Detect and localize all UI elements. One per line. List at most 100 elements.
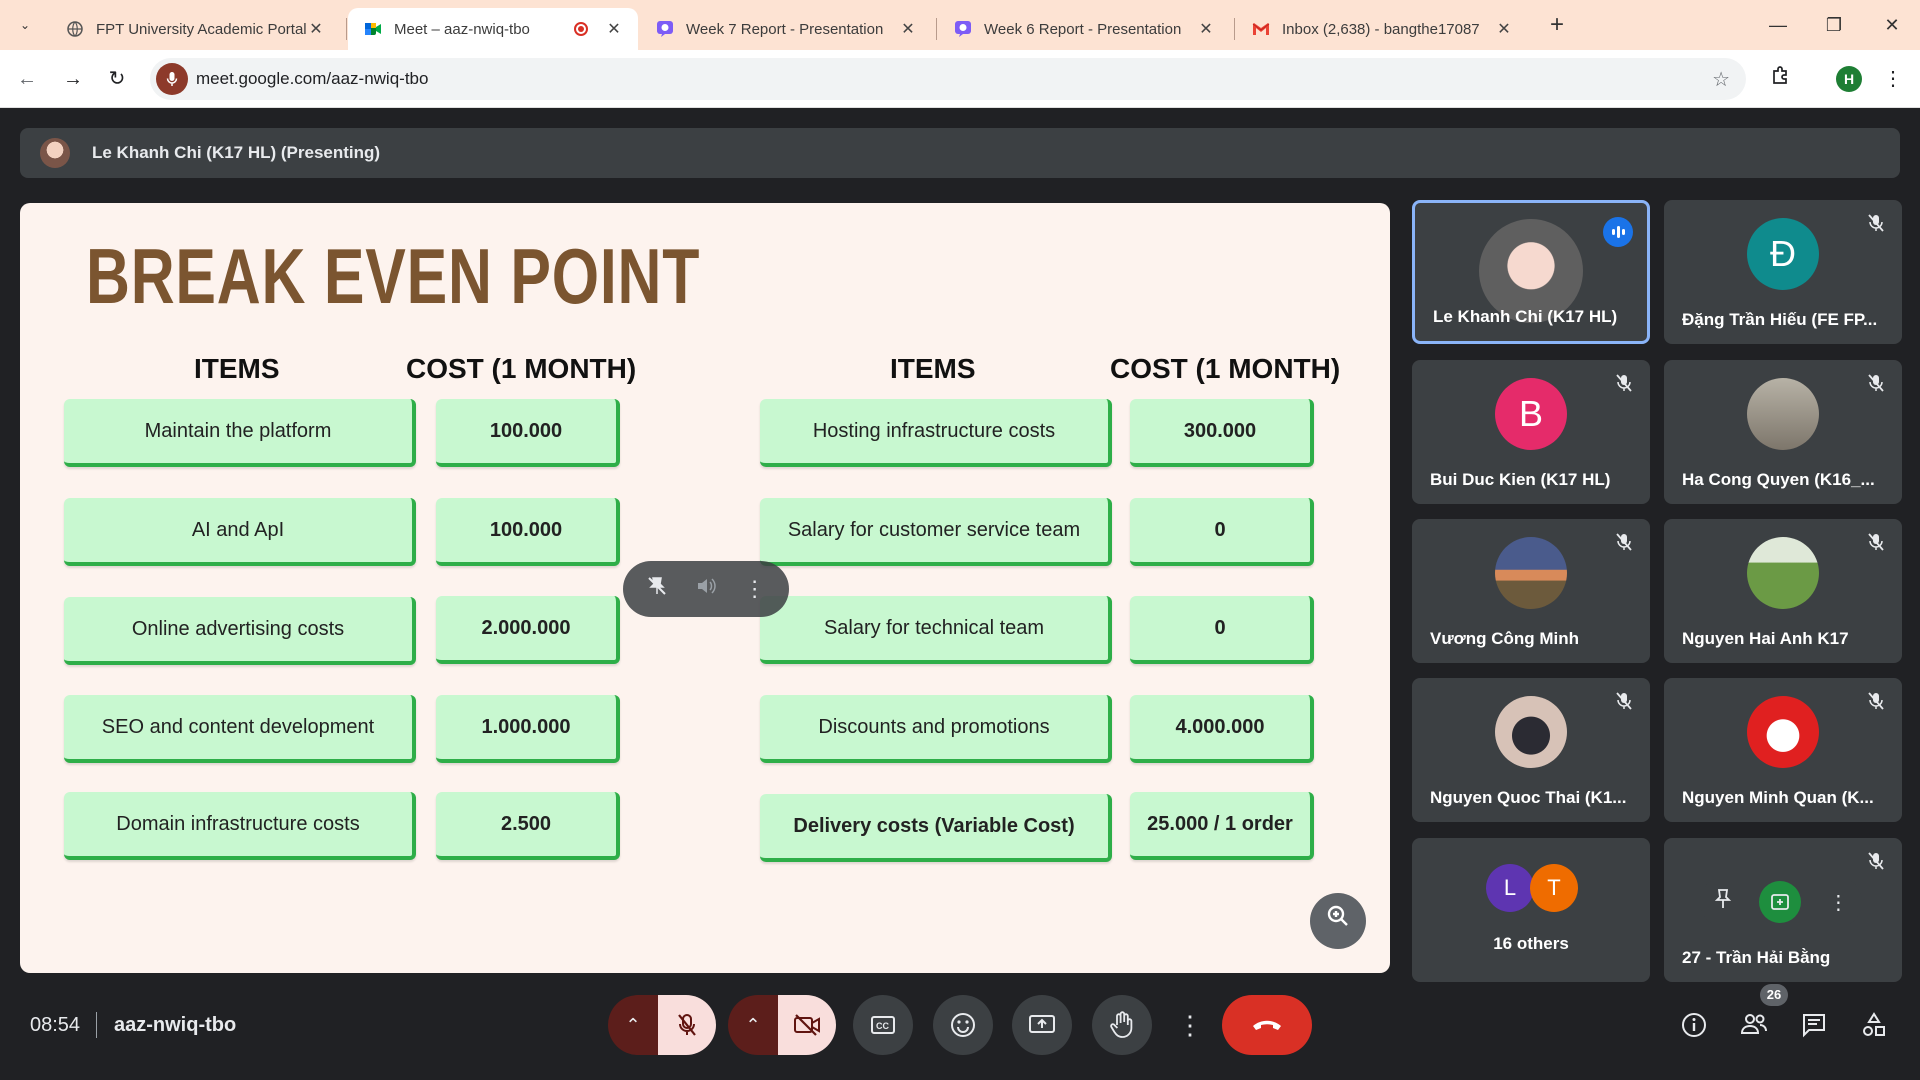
slide-title: BREAK EVEN POINT bbox=[86, 232, 701, 320]
participant-tile[interactable]: Nguyen Quoc Thai (K1... bbox=[1412, 678, 1650, 822]
close-icon[interactable]: ✕ bbox=[1196, 19, 1216, 39]
camera-toggle-button[interactable] bbox=[778, 995, 836, 1055]
people-button[interactable] bbox=[1738, 1012, 1770, 1044]
info-icon bbox=[1682, 1013, 1706, 1037]
left-item-cell: Domain infrastructure costs bbox=[64, 792, 416, 860]
camera-off-icon bbox=[794, 1014, 820, 1036]
more-options-icon[interactable]: ⋮ bbox=[1828, 890, 1848, 915]
right-cost-cell: 0 bbox=[1130, 596, 1314, 664]
participant-tile[interactable]: Le Khanh Chi (K17 HL) bbox=[1412, 200, 1650, 344]
chevron-up-icon: ⌃ bbox=[625, 1014, 641, 1035]
left-item-cell: Maintain the platform bbox=[64, 399, 416, 467]
video-settings-button[interactable]: ⌃ bbox=[728, 995, 778, 1055]
participant-name: Ha Cong Quyen (K16_... bbox=[1682, 470, 1875, 489]
svg-text:CC: CC bbox=[876, 1021, 889, 1031]
captions-icon: CC bbox=[871, 1016, 895, 1034]
profile-avatar[interactable]: H bbox=[1836, 66, 1862, 92]
participant-tile[interactable]: B Bui Duc Kien (K17 HL) bbox=[1412, 360, 1650, 504]
canva-icon bbox=[954, 20, 972, 38]
participant-tile[interactable]: Nguyen Minh Quan (K... bbox=[1664, 678, 1902, 822]
volume-icon[interactable] bbox=[695, 575, 717, 603]
tab-gmail-inbox[interactable]: Inbox (2,638) - bangthe17087 ✕ bbox=[1236, 8, 1528, 50]
right-item-cell: Delivery costs (Variable Cost) bbox=[760, 794, 1112, 862]
pin-icon[interactable] bbox=[1714, 888, 1732, 916]
left-item-cell: AI and ApI bbox=[64, 498, 416, 566]
meeting-clock: 08:54 bbox=[30, 1014, 81, 1036]
zoom-in-button[interactable] bbox=[1310, 893, 1366, 949]
right-cost-cell: 25.000 / 1 order bbox=[1130, 792, 1314, 860]
presenter-name: Le Khanh Chi (K17 HL) (Presenting) bbox=[92, 143, 381, 162]
canva-icon bbox=[656, 20, 674, 38]
restore-button[interactable]: ❐ bbox=[1814, 10, 1854, 40]
reactions-button[interactable] bbox=[933, 995, 993, 1055]
left-item-cell: SEO and content development bbox=[64, 695, 416, 763]
participant-name: Nguyen Minh Quan (K... bbox=[1682, 788, 1874, 807]
presentation-hover-controls: ⋮ bbox=[623, 561, 789, 617]
right-cost-cell: 300.000 bbox=[1130, 399, 1314, 467]
tab-label: Inbox (2,638) - bangthe17087 bbox=[1282, 20, 1480, 38]
add-to-screen-icon[interactable] bbox=[1758, 881, 1801, 923]
meeting-details-button[interactable] bbox=[1678, 1012, 1710, 1044]
close-icon[interactable]: ✕ bbox=[604, 19, 624, 39]
chat-button[interactable] bbox=[1798, 1012, 1830, 1044]
participant-avatar bbox=[1495, 696, 1567, 768]
tab-label: FPT University Academic Portal bbox=[96, 20, 306, 38]
more-options-button[interactable]: ⋮ bbox=[1170, 995, 1210, 1055]
window-close-button[interactable]: ✕ bbox=[1872, 10, 1912, 40]
close-icon[interactable]: ✕ bbox=[898, 19, 918, 39]
participant-avatar: T bbox=[1530, 864, 1578, 912]
microphone-toggle-button[interactable] bbox=[658, 995, 716, 1055]
audio-settings-button[interactable]: ⌃ bbox=[608, 995, 658, 1055]
tab-label: Meet – aaz-nwiq-tbo bbox=[394, 20, 530, 38]
participant-tile[interactable]: Vương Công Minh bbox=[1412, 519, 1650, 663]
captions-button[interactable]: CC bbox=[853, 995, 913, 1055]
tab-week6-report[interactable]: Week 6 Report - Presentation ✕ bbox=[938, 8, 1230, 50]
tab-academic-portal[interactable]: FPT University Academic Portal ✕ bbox=[50, 8, 340, 50]
browser-menu-icon[interactable]: ⋮ bbox=[1878, 64, 1908, 94]
tab-week7-report[interactable]: Week 7 Report - Presentation ✕ bbox=[640, 8, 932, 50]
present-screen-button[interactable] bbox=[1012, 995, 1072, 1055]
others-count-label: 16 others bbox=[1493, 934, 1569, 953]
bookmark-star-icon[interactable]: ☆ bbox=[1712, 67, 1730, 92]
participant-name: Đặng Trần Hiếu (FE FP... bbox=[1682, 310, 1878, 329]
others-tile[interactable]: L T 16 others bbox=[1412, 838, 1650, 982]
right-item-cell: Discounts and promotions bbox=[760, 695, 1112, 763]
close-icon[interactable]: ✕ bbox=[306, 19, 326, 39]
unpin-icon[interactable] bbox=[646, 575, 668, 603]
participant-avatar bbox=[1747, 378, 1819, 450]
microphone-in-use-icon[interactable] bbox=[156, 63, 188, 95]
close-icon[interactable]: ✕ bbox=[1494, 19, 1514, 39]
address-bar[interactable]: meet.google.com/aaz-nwiq-tbo ☆ bbox=[150, 58, 1746, 100]
back-button[interactable]: ← bbox=[12, 64, 42, 94]
leave-call-button[interactable] bbox=[1222, 995, 1312, 1055]
minimize-button[interactable]: — bbox=[1758, 10, 1798, 40]
reload-button[interactable]: ↻ bbox=[102, 64, 132, 94]
presenter-avatar bbox=[40, 138, 70, 168]
raise-hand-button[interactable] bbox=[1092, 995, 1152, 1055]
forward-button[interactable]: → bbox=[58, 64, 88, 94]
extensions-icon[interactable] bbox=[1766, 64, 1796, 94]
participant-name: 27 - Trần Hải Bằng bbox=[1682, 948, 1831, 967]
tab-meet[interactable]: Meet – aaz-nwiq-tbo ✕ bbox=[348, 8, 638, 50]
tab-search-button[interactable]: ⌄ bbox=[12, 12, 38, 38]
emoji-icon bbox=[951, 1013, 975, 1037]
mic-off-icon bbox=[1612, 533, 1636, 557]
more-vert-icon: ⋮ bbox=[1177, 1009, 1203, 1040]
mic-off-icon bbox=[1864, 533, 1888, 557]
mic-off-icon bbox=[1612, 374, 1636, 398]
tile-hover-menu: ⋮ bbox=[1700, 876, 1862, 928]
google-meet-icon bbox=[364, 20, 382, 38]
activities-button[interactable] bbox=[1858, 1012, 1890, 1044]
participant-tile[interactable]: ⋮ 27 - Trần Hải Bằng bbox=[1664, 838, 1902, 982]
new-tab-button[interactable]: + bbox=[1542, 10, 1572, 40]
presenter-bar: Le Khanh Chi (K17 HL) (Presenting) bbox=[20, 128, 1900, 178]
participant-tile[interactable]: Nguyen Hai Anh K17 bbox=[1664, 519, 1902, 663]
meeting-control-bar: 08:54 aaz-nwiq-tbo ⌃ ⌃ CC ⋮ 26 bbox=[0, 970, 1920, 1080]
right-cost-cell: 0 bbox=[1130, 498, 1314, 566]
participant-tile[interactable]: Ha Cong Quyen (K16_... bbox=[1664, 360, 1902, 504]
left-cost-cell: 100.000 bbox=[436, 399, 620, 467]
people-icon bbox=[1740, 1014, 1767, 1034]
participant-tile[interactable]: Đ Đặng Trần Hiếu (FE FP... bbox=[1664, 200, 1902, 344]
more-options-icon[interactable]: ⋮ bbox=[744, 576, 766, 602]
participant-name: Bui Duc Kien (K17 HL) bbox=[1430, 470, 1611, 489]
